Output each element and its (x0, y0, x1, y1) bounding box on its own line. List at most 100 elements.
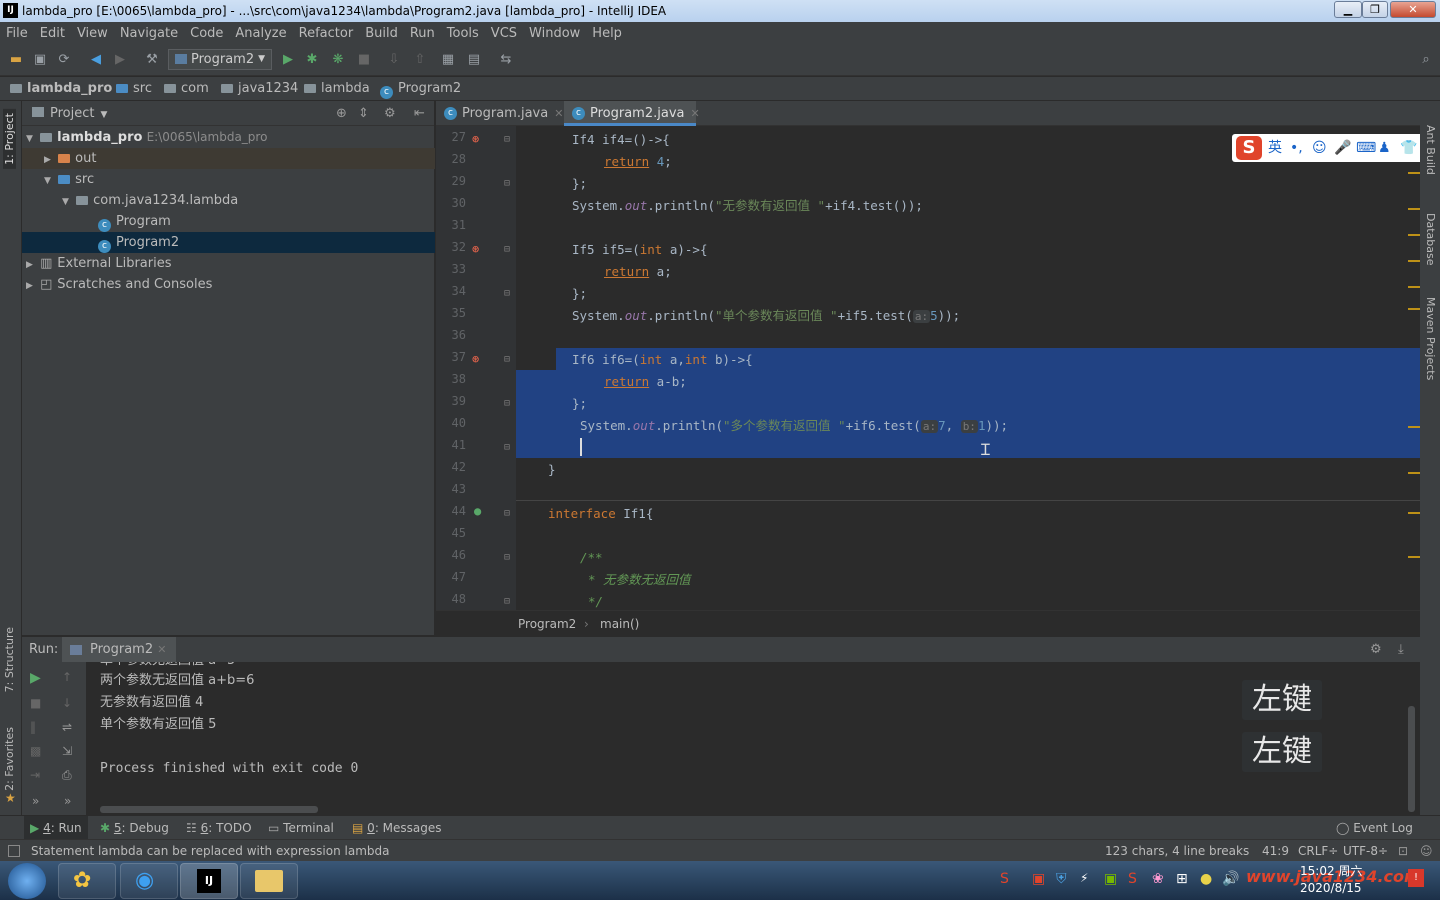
tool-tab-debug[interactable]: ✱ 5: Debug (100, 816, 169, 840)
fold-icon[interactable]: ⊟ (504, 134, 510, 145)
favorites-tool-tab[interactable]: 2: Favorites (3, 727, 16, 791)
more-icon[interactable]: » (64, 794, 71, 808)
user-icon[interactable]: ♟ (1378, 134, 1391, 162)
fold-icon[interactable]: ⊟ (504, 244, 510, 255)
tray-shield-icon[interactable]: ⛨ (1056, 871, 1067, 887)
exit-icon[interactable]: ⇥ (30, 768, 40, 782)
menu-navigate[interactable]: Navigate (114, 23, 184, 45)
menu-tools[interactable]: Tools (441, 23, 485, 45)
tree-node-program2[interactable]: c Program2 (22, 232, 435, 253)
warning-marker[interactable] (1408, 472, 1420, 474)
warning-marker[interactable] (1408, 172, 1420, 174)
file-encoding[interactable]: UTF-8÷ (1343, 840, 1388, 862)
tree-node-src[interactable]: ▼ src (22, 169, 435, 190)
fold-icon[interactable]: ⊟ (504, 508, 510, 519)
emoji-icon[interactable]: ☺ (1312, 134, 1327, 162)
project-tool-tab[interactable]: 1: Project (3, 109, 16, 169)
scroll-to-end-icon[interactable]: ⇲ (62, 744, 72, 758)
tab-program2-java[interactable]: c Program2.java ✕ (564, 101, 700, 126)
clock-date[interactable]: 2020/8/15 (1300, 880, 1362, 896)
menu-refactor[interactable]: Refactor (293, 23, 360, 45)
tray-sogou-icon[interactable]: S (1000, 871, 1009, 887)
warning-marker[interactable] (1408, 426, 1420, 428)
tree-node-out[interactable]: ▶ out (22, 148, 435, 169)
fold-icon[interactable]: ⊟ (504, 552, 510, 563)
chevron-down-icon[interactable]: ▼ (100, 110, 107, 120)
code-editor[interactable]: If4 if4=()->{ return 4; }; System.out.pr… (516, 126, 1420, 610)
pause-icon[interactable]: ‖ (30, 720, 36, 734)
caret-position[interactable]: 41:9 (1262, 840, 1289, 862)
hide-panel-icon[interactable]: ⇤ (414, 101, 425, 126)
crumb-program2[interactable]: c Program2 (380, 77, 461, 101)
lock-icon[interactable]: ⊡ (1398, 840, 1408, 862)
line-separator[interactable]: CRLF÷ (1298, 840, 1338, 862)
maximize-button[interactable]: ❐ (1362, 1, 1388, 18)
run-icon[interactable]: ▶ (280, 52, 296, 68)
error-stripe[interactable] (1404, 126, 1420, 610)
taskbar-app-browser[interactable]: ◉ (120, 863, 178, 899)
tree-node-external-libraries[interactable]: ▶ ▥ External Libraries (22, 253, 435, 274)
warning-marker[interactable] (1408, 286, 1420, 288)
ime-mode-toggle[interactable]: 英 (1268, 134, 1282, 162)
taskbar-app-explorer[interactable] (240, 863, 298, 899)
structure-tool-tab[interactable]: 7: Structure (3, 627, 16, 692)
lambda-override-icon[interactable]: ⊛ (472, 352, 479, 366)
run-tab-program2[interactable]: Program2 ✕ (62, 637, 177, 663)
close-tab-icon[interactable]: ✕ (157, 643, 166, 656)
event-log-tab[interactable]: ◯ Event Log (1336, 816, 1413, 840)
close-tab-icon[interactable]: ✕ (554, 107, 563, 120)
crumb-com[interactable]: com (164, 77, 209, 101)
crumb-src[interactable]: src (116, 77, 152, 101)
close-tab-icon[interactable]: ✕ (691, 107, 700, 120)
fold-icon[interactable]: ⊟ (504, 442, 510, 453)
settings-gear-icon[interactable]: ⚙ (384, 101, 396, 126)
soft-wrap-icon[interactable]: ⇌ (62, 720, 72, 734)
tree-node-package[interactable]: ▼ com.java1234.lambda (22, 190, 435, 211)
synchronize-icon[interactable]: ⟳ (56, 52, 72, 68)
menu-vcs[interactable]: VCS (485, 23, 523, 45)
menu-help[interactable]: Help (586, 23, 628, 45)
tree-node-project-root[interactable]: ▼ lambda_pro E:\0065\lambda_pro (22, 127, 435, 148)
fold-icon[interactable]: ⊟ (504, 288, 510, 299)
sync-gradle-icon[interactable]: ⇆ (498, 52, 514, 68)
lambda-override-icon[interactable]: ⊛ (472, 242, 479, 256)
breadcrumb-class[interactable]: Program2 (518, 611, 576, 637)
build-project-icon[interactable]: ⚒ (144, 52, 160, 68)
print-icon[interactable]: ⎙ (62, 768, 72, 783)
taskbar-app-player[interactable]: ✿ (58, 863, 116, 899)
debug-icon[interactable]: ✱ (304, 52, 320, 68)
stop-icon[interactable]: ■ (30, 696, 41, 710)
back-icon[interactable]: ◀ (88, 52, 104, 68)
vcs-commit-icon[interactable]: ⇧ (412, 52, 428, 68)
warning-marker[interactable] (1408, 512, 1420, 514)
tray-volume-icon[interactable]: 🔊 (1222, 871, 1239, 887)
lambda-override-icon[interactable]: ⊛ (472, 132, 479, 146)
menu-view[interactable]: View (71, 23, 114, 45)
notification-icon[interactable]: ! (1408, 869, 1424, 887)
breadcrumb-method[interactable]: main() (600, 611, 639, 637)
tray-app-icon[interactable]: ▣ (1032, 871, 1045, 887)
stop-icon[interactable]: ■ (356, 52, 372, 68)
taskbar-app-intellij[interactable]: IJ (180, 863, 238, 899)
open-folder-icon[interactable]: ▬ (8, 52, 24, 68)
crumb-lambda[interactable]: lambda (304, 77, 370, 101)
run-console[interactable]: 单个参数无返回值 a=5 两个参数无返回值 a+b=6 无参数有返回值 4 单个… (86, 662, 1420, 815)
menu-window[interactable]: Window (523, 23, 586, 45)
tray-app-icon[interactable]: ● (1200, 871, 1212, 887)
more-icon[interactable]: » (32, 794, 39, 808)
menu-run[interactable]: Run (404, 23, 441, 45)
close-window-button[interactable]: ✕ (1390, 1, 1436, 18)
rerun-icon[interactable]: ▶ (30, 670, 41, 686)
crumb-project[interactable]: lambda_pro (10, 77, 112, 101)
project-structure-icon[interactable]: ▦ (440, 52, 456, 68)
menu-build[interactable]: Build (359, 23, 404, 45)
save-all-icon[interactable]: ▣ (32, 52, 48, 68)
inspector-icon[interactable]: ☺ (1420, 840, 1433, 862)
tray-app-icon[interactable]: ❀ (1152, 871, 1164, 887)
tree-node-program[interactable]: c Program (22, 211, 435, 232)
minimize-button[interactable]: ▁ (1334, 1, 1362, 18)
start-button[interactable] (8, 863, 46, 899)
ant-build-tab[interactable]: Ant Build (1424, 125, 1437, 175)
tray-nvidia-icon[interactable]: ▣ (1104, 871, 1117, 887)
skin-icon[interactable]: 👕 (1400, 134, 1417, 162)
